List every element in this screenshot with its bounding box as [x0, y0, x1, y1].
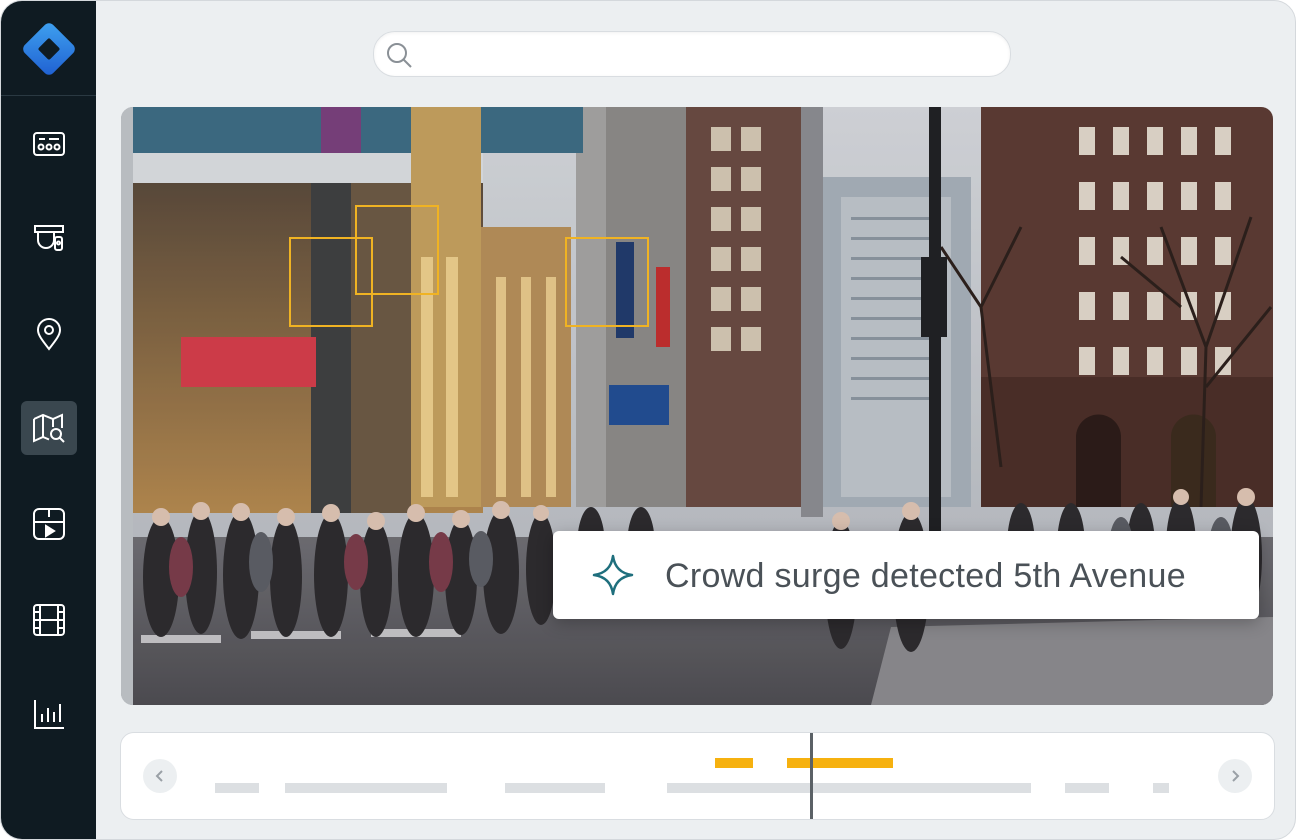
video-player-icon	[33, 508, 65, 540]
timeline-next-button[interactable]	[1218, 759, 1252, 793]
nav-analytics[interactable]	[21, 687, 77, 741]
search-input[interactable]	[422, 40, 996, 70]
detection-box[interactable]	[355, 205, 439, 295]
video-feed[interactable]: Crowd surge detected 5th Avenue	[121, 107, 1273, 705]
recording-segment[interactable]	[667, 783, 1031, 793]
map-search-icon	[33, 413, 65, 443]
dashboard-icon	[33, 132, 65, 156]
nav-recordings[interactable]	[21, 593, 77, 647]
bar-chart-icon	[34, 700, 64, 729]
chevron-left-icon	[155, 770, 163, 782]
location-pin-icon	[36, 318, 62, 351]
playhead[interactable]	[810, 733, 813, 819]
camera-icon	[34, 225, 64, 251]
timeline[interactable]	[120, 732, 1275, 820]
nav-dashboard[interactable]	[21, 117, 77, 171]
search-icon	[387, 43, 412, 68]
detection-box[interactable]	[565, 237, 649, 327]
event-marker[interactable]	[787, 758, 893, 768]
app-window: Crowd surge detected 5th Avenue	[0, 0, 1296, 840]
timeline-prev-button[interactable]	[143, 759, 177, 793]
event-marker[interactable]	[715, 758, 753, 768]
search-bar[interactable]	[373, 31, 1011, 77]
sparkle-icon	[592, 554, 634, 596]
sidebar	[1, 1, 96, 839]
nav-playback[interactable]	[21, 497, 77, 551]
nav-locations[interactable]	[21, 307, 77, 361]
diamond-logo[interactable]	[19, 19, 79, 79]
logo-area	[1, 1, 96, 96]
recording-segment[interactable]	[215, 783, 259, 793]
recording-segment[interactable]	[505, 783, 605, 793]
recording-segment[interactable]	[1065, 783, 1109, 793]
nav-cameras[interactable]	[21, 211, 77, 265]
film-icon	[33, 604, 65, 636]
chevron-right-icon	[1232, 770, 1240, 782]
recording-segment[interactable]	[1153, 783, 1169, 793]
recording-segment[interactable]	[285, 783, 447, 793]
alert-message: Crowd surge detected 5th Avenue	[665, 557, 1186, 595]
nav-map-search[interactable]	[21, 401, 77, 455]
alert-card[interactable]: Crowd surge detected 5th Avenue	[553, 531, 1259, 619]
